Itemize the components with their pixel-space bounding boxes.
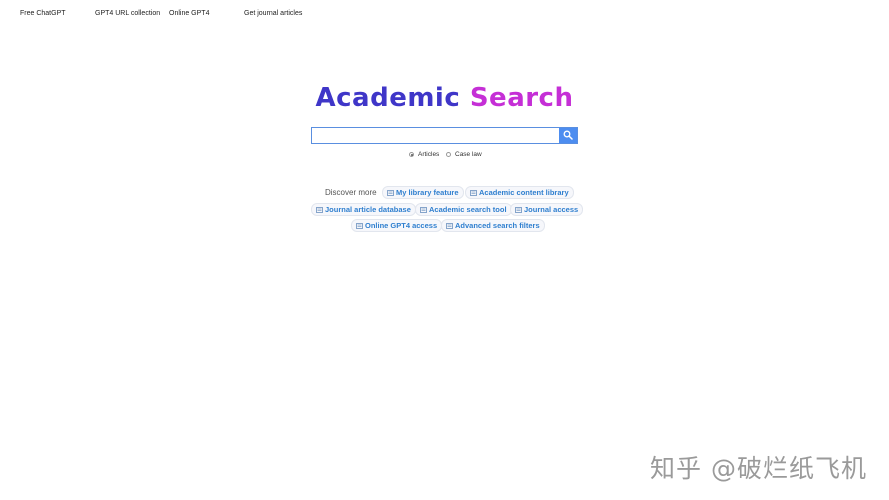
tag-label: My library feature [396,188,459,197]
tag-academic-content-library[interactable]: Academic content library [465,186,574,199]
nav-link-get-journal-articles[interactable]: Get journal articles [244,10,302,17]
tag-label: Journal article database [325,205,411,214]
nav-link-gpt4-url-collection[interactable]: GPT4 URL collection [95,10,160,17]
tag-my-library-feature[interactable]: My library feature [382,186,464,199]
newspaper-icon [515,206,522,213]
tag-journal-access[interactable]: Journal access [510,203,584,216]
watermark: 知乎 @破烂纸飞机 [650,454,867,483]
tag-label: Online GPT4 access [365,221,438,230]
logo-word-academic: Academic [315,83,461,113]
search-button[interactable] [559,128,577,143]
tag-advanced-search-filters[interactable]: Advanced search filters [441,219,545,232]
newspaper-icon [316,206,323,213]
tag-label: Academic search tool [429,205,507,214]
search-input[interactable] [312,128,560,143]
discover-more-label: Discover more [325,188,377,197]
tag-journal-article-database[interactable]: Journal article database [311,203,416,216]
site-logo: Academic Search [0,83,889,113]
search-icon [563,127,573,145]
newspaper-icon [420,206,427,213]
top-nav: Free ChatGPT GPT4 URL collection Online … [0,10,889,20]
search-type-group: Articles Case law [0,151,889,161]
logo-word-search: Search [469,83,574,113]
radio-articles-label: Articles [418,151,440,158]
radio-case-law-label: Case law [455,151,482,158]
tag-label: Advanced search filters [455,221,540,230]
tag-label: Journal access [524,205,579,214]
newspaper-icon [470,189,477,196]
newspaper-icon [387,189,394,196]
newspaper-icon [356,222,363,229]
nav-link-free-chatgpt[interactable]: Free ChatGPT [20,10,66,17]
radio-articles[interactable]: Articles [409,151,439,158]
nav-link-online-gpt4[interactable]: Online GPT4 [169,10,209,17]
search-bar [311,127,578,144]
tag-online-gpt4-access[interactable]: Online GPT4 access [351,219,443,232]
radio-case-law[interactable]: Case law [446,151,482,158]
tag-academic-search-tool[interactable]: Academic search tool [415,203,512,216]
newspaper-icon [446,222,453,229]
radio-articles-dot[interactable] [409,152,414,157]
tag-label: Academic content library [479,188,569,197]
radio-case-law-dot[interactable] [446,152,451,157]
